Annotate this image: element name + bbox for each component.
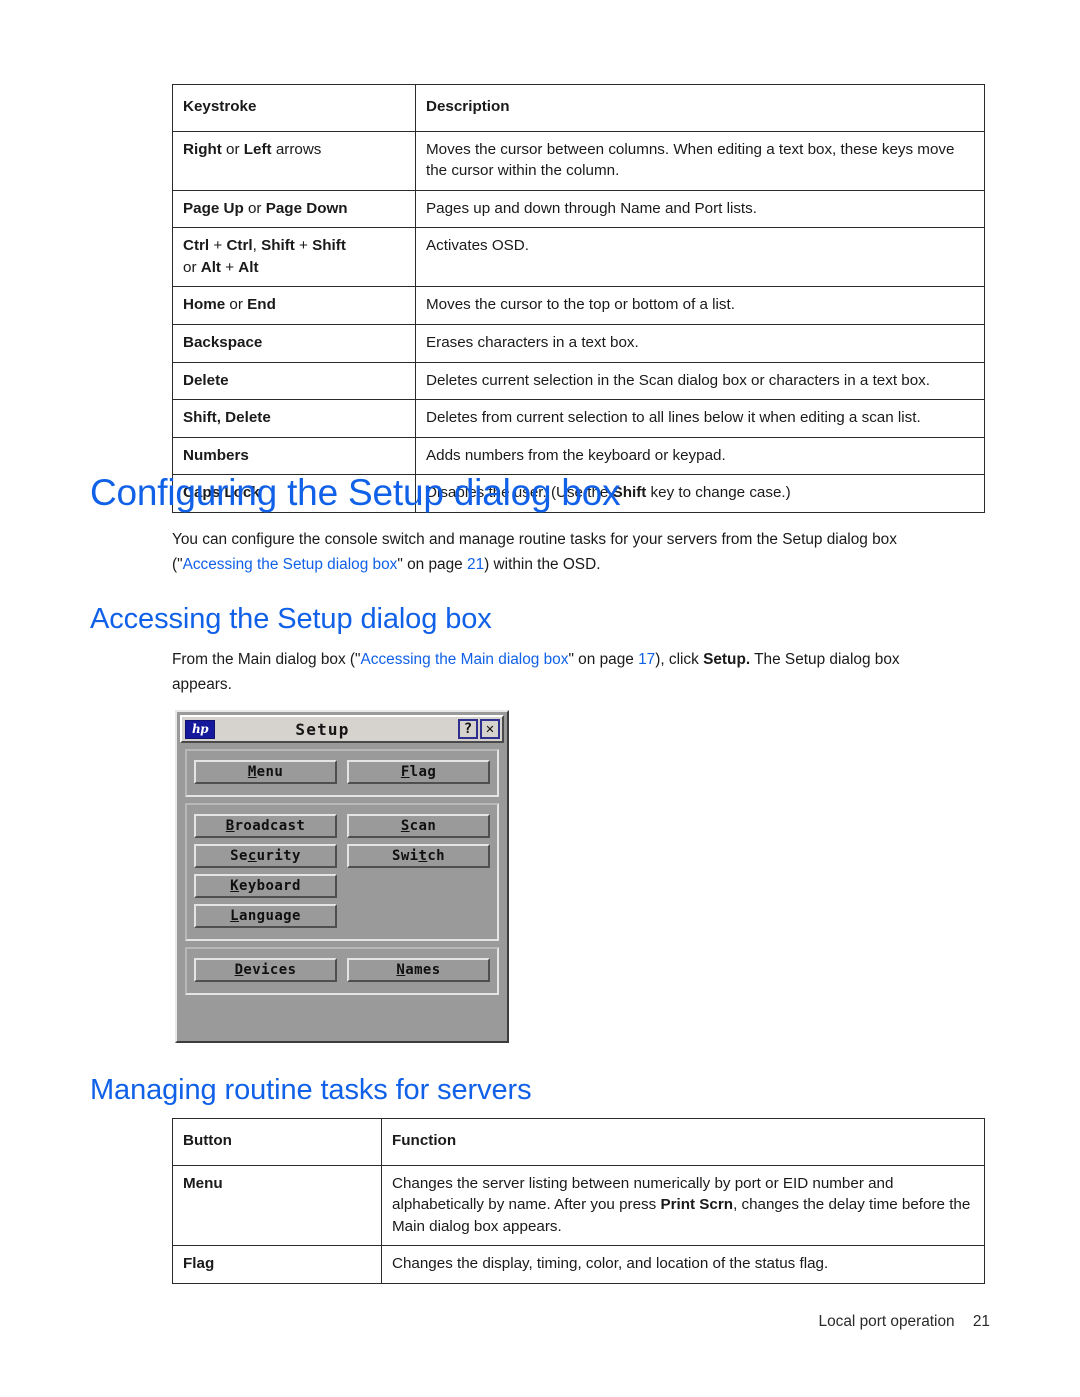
close-icon[interactable]: ✕	[480, 719, 500, 739]
dialog-column-left: Broadcast Security Keyboard Language	[194, 814, 342, 928]
section-heading-accessing-setup-dialog-box: Accessing the Setup dialog box	[90, 603, 492, 635]
dialog-group-3: Devices Names	[185, 947, 499, 995]
table-cell-key: Shift, Delete	[172, 399, 416, 438]
table-row: Page Up or Page Down Pages up and down th…	[172, 189, 985, 229]
dialog-column-right: Names	[342, 958, 490, 982]
table-cell-key: Right or Left arrows	[172, 130, 416, 191]
table-row: Flag Changes the display, timing, color, …	[172, 1245, 985, 1284]
paragraph-configuring: You can configure the console switch and…	[172, 531, 897, 573]
table-header-cell: Button	[172, 1118, 382, 1166]
table-cell-description: Changes the display, timing, color, and …	[381, 1245, 985, 1284]
footer-section-label: Local port operation	[818, 1313, 955, 1330]
table-row: Shift, Delete Deletes from current select…	[172, 399, 985, 438]
osd-button-menu[interactable]: Menu	[194, 760, 337, 784]
table-row: Delete Deletes current selection in the S…	[172, 361, 985, 401]
osd-button-security[interactable]: Security	[194, 844, 337, 868]
xref-accessing-setup-dialog-box[interactable]: Accessing the Setup dialog box	[183, 556, 398, 573]
table-cell-description: Moves the cursor to the top or bottom of…	[415, 286, 985, 326]
table-header-cell: Description	[415, 84, 985, 132]
table-header-row: Button Function	[172, 1118, 985, 1166]
table-row: Backspace Erases characters in a text box…	[172, 324, 985, 363]
table-cell-key: Backspace	[172, 324, 416, 363]
table-header-cell: Keystroke	[172, 84, 416, 132]
table-cell-description: Changes the server listing between numer…	[381, 1164, 985, 1247]
dialog-group-1: Menu Flag	[185, 749, 499, 797]
osd-button-switch[interactable]: Switch	[347, 844, 490, 868]
buttons-table-body: Button Function Menu Changes the server lis…	[172, 1118, 985, 1284]
table-cell-key: Numbers	[172, 436, 416, 476]
document-page: Keystroke Description Right or Left arrows…	[0, 0, 1080, 1397]
dialog-group-2: Broadcast Security Keyboard Language Scan Swi…	[185, 803, 499, 941]
xref-page-17[interactable]: 17	[638, 651, 655, 668]
osd-button-keyboard[interactable]: Keyboard	[194, 874, 337, 898]
table-cell-key: Home or End	[172, 286, 416, 326]
dialog-titlebar: hp Setup ? ✕	[180, 715, 504, 743]
dialog-column-left: Devices	[194, 958, 342, 982]
table-cell-description: Deletes current selection in the Scan di…	[415, 361, 985, 401]
section-heading-managing-routine-tasks: Managing routine tasks for servers	[90, 1074, 532, 1106]
table-cell-key: Flag	[172, 1245, 382, 1284]
footer-page-number: 21	[972, 1313, 990, 1330]
osd-button-broadcast[interactable]: Broadcast	[194, 814, 337, 838]
osd-button-names[interactable]: Names	[347, 958, 490, 982]
table-cell-description: Pages up and down through Name and Port …	[415, 189, 985, 229]
table-row: Ctrl + Ctrl, Shift + Shift or Alt + Alt Ac…	[172, 227, 985, 288]
table-cell-description: Adds numbers from the keyboard or keypad…	[415, 436, 985, 476]
table-row: Numbers Adds numbers from the keyboard or…	[172, 436, 985, 476]
keystrokes-table-body: Keystroke Description Right or Left arrows…	[172, 84, 985, 513]
osd-button-scan[interactable]: Scan	[347, 814, 490, 838]
osd-button-language[interactable]: Language	[194, 904, 337, 928]
help-button[interactable]: ?	[458, 719, 478, 739]
table-cell-key: Ctrl + Ctrl, Shift + Shift or Alt + Alt	[172, 227, 416, 288]
table-cell-description: Erases characters in a text box.	[415, 324, 985, 363]
xref-page-21[interactable]: 21	[467, 556, 484, 573]
table-cell-description: Deletes from current selection to all li…	[415, 399, 985, 438]
keystrokes-table: Keystroke Description Right or Left arrows…	[172, 84, 985, 513]
paragraph-accessing: From the Main dialog box ("Accessing the…	[172, 651, 900, 693]
table-cell-key: Menu	[172, 1164, 382, 1247]
hp-logo-icon: hp	[185, 719, 215, 739]
dialog-title: Setup	[295, 719, 350, 739]
page-footer: Local port operation 21	[819, 1313, 990, 1331]
table-cell-description: Activates OSD.	[415, 227, 985, 288]
osd-button-devices[interactable]: Devices	[194, 958, 337, 982]
setup-dialog-screenshot: hp Setup ? ✕ Menu Flag Broadcast Security Ke…	[175, 710, 509, 1043]
table-header-cell: Function	[381, 1118, 985, 1166]
table-row: Menu Changes the server listing between n…	[172, 1164, 985, 1247]
osd-button-flag[interactable]: Flag	[347, 760, 490, 784]
table-row: Home or End Moves the cursor to the top o…	[172, 286, 985, 326]
xref-accessing-main-dialog-box[interactable]: Accessing the Main dialog box	[361, 651, 569, 668]
table-row: Right or Left arrows Moves the cursor bet…	[172, 130, 985, 191]
buttons-table: Button Function Menu Changes the server lis…	[172, 1118, 985, 1284]
dialog-button-groups: Menu Flag Broadcast Security Keyboard Languag…	[177, 749, 507, 995]
table-cell-key: Page Up or Page Down	[172, 189, 416, 229]
table-header-row: Keystroke Description	[172, 84, 985, 132]
table-cell-key: Delete	[172, 361, 416, 401]
table-cell-description: Moves the cursor between columns. When e…	[415, 130, 985, 191]
dialog-column-right: Flag	[342, 760, 490, 784]
dialog-column-left: Menu	[194, 760, 342, 784]
page-title-configuring-setup-dialog-box: Configuring the Setup dialog box	[90, 472, 621, 513]
dialog-column-right: Scan Switch	[342, 814, 490, 928]
